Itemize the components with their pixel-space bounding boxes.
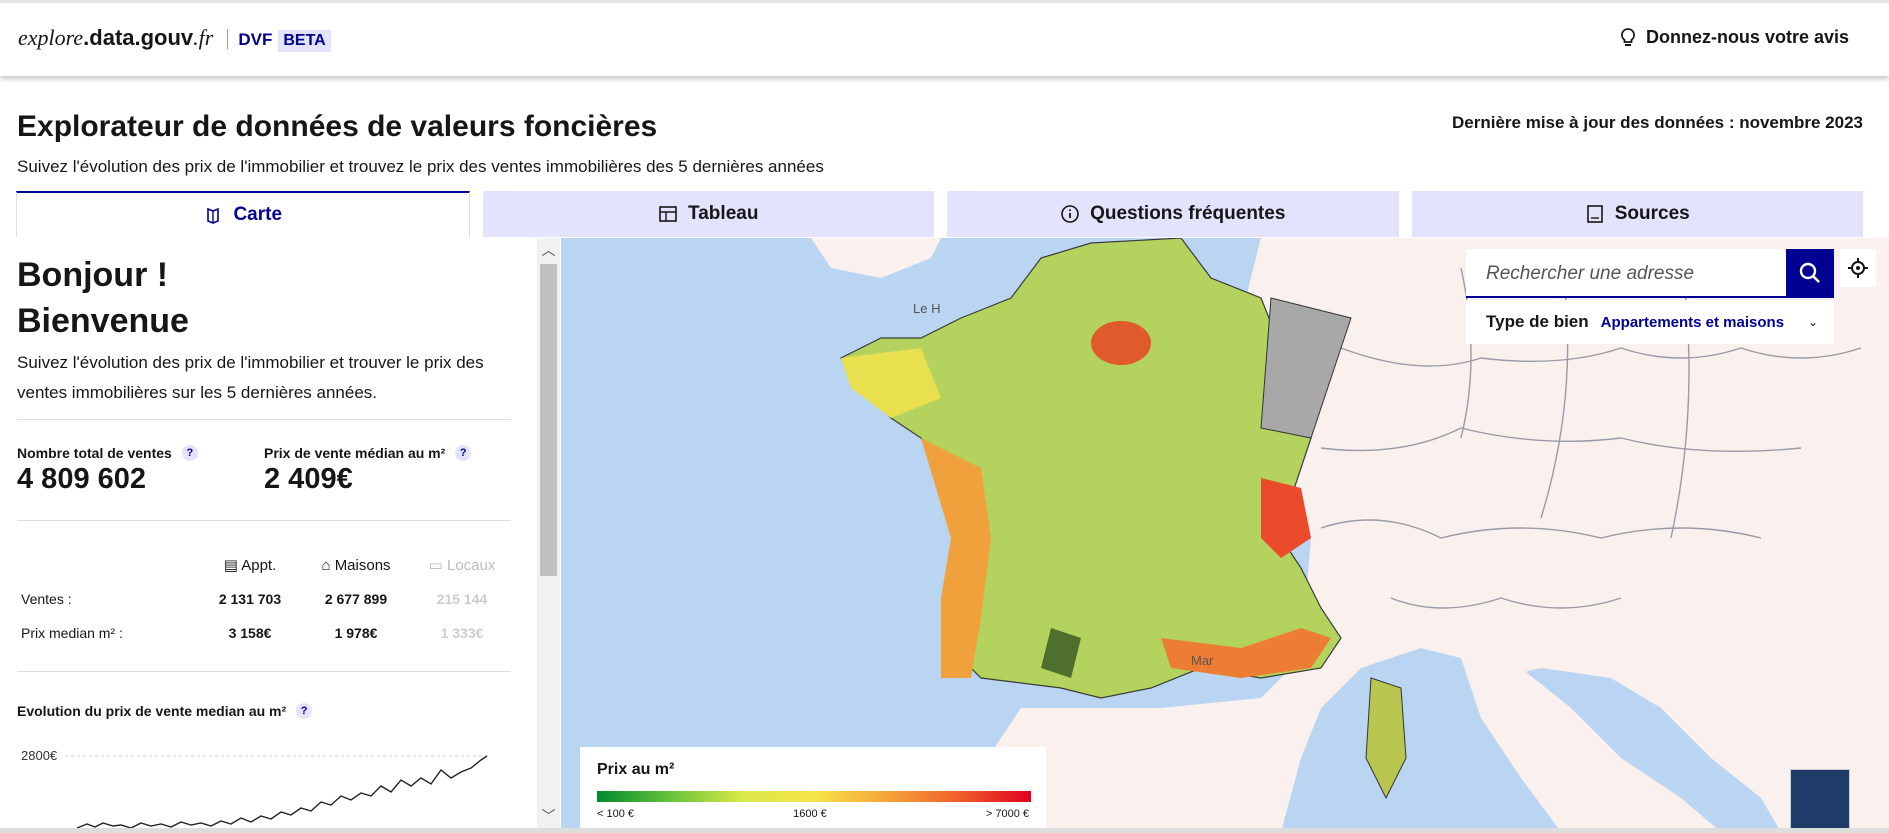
property-type-label: Type de bien	[1486, 312, 1589, 331]
info-panel: Bonjour ! Bienvenue Suivez l'évolution d…	[0, 238, 538, 828]
scroll-up-icon[interactable]: ︿	[537, 238, 560, 262]
house-icon: ⌂	[321, 556, 335, 574]
crosshair-icon	[1848, 258, 1868, 278]
update-note: Dernière mise à jour des données : novem…	[1452, 113, 1863, 132]
city-label: Le H	[913, 301, 940, 316]
page-title: Explorateur de données de valeurs fonciè…	[17, 110, 658, 143]
search-icon	[1799, 262, 1820, 283]
tab-tableau-label: Tableau	[688, 203, 759, 224]
paris-region[interactable]	[1091, 321, 1151, 365]
property-type-value: Appartements et maisons	[1600, 313, 1785, 331]
main-tabs: Carte Tableau Questions fréquentes Sourc…	[16, 191, 1863, 237]
legend-ticks: < 100 € 1600 € > 7000 €	[597, 808, 1029, 820]
property-type-select[interactable]: Type de bien Appartements et maisons ⌄	[1466, 300, 1834, 344]
feedback-link[interactable]: Donnez-nous votre avis	[1620, 27, 1849, 48]
evolution-title: Evolution du prix de vente median au m² …	[17, 703, 313, 719]
product-name: DVF	[238, 30, 273, 49]
divider	[17, 520, 511, 521]
book-icon	[1586, 205, 1603, 223]
median-price-value: 2 409€	[264, 463, 353, 495]
price-legend: Prix au m² < 100 € 1600 € > 7000 €	[580, 747, 1046, 830]
beta-badge: BETA	[278, 30, 331, 52]
search-button[interactable]	[1786, 249, 1834, 296]
divider	[17, 419, 511, 420]
scroll-thumb[interactable]	[540, 264, 557, 576]
total-sales-value: 4 809 602	[17, 463, 147, 495]
logo-datagouv: .data.gouv	[83, 25, 194, 50]
scroll-down-icon[interactable]: ﹀	[537, 804, 560, 828]
evolution-title-label: Evolution du prix de vente median au m²	[17, 703, 287, 719]
tab-tableau[interactable]: Tableau	[482, 191, 934, 237]
help-icon[interactable]: ?	[296, 703, 313, 719]
tab-faq[interactable]: Questions fréquentes	[947, 191, 1399, 237]
logo-explore: explore	[18, 25, 84, 50]
uk-land	[811, 238, 941, 278]
site-logo[interactable]: explore .data.gouv .fr DVF BETA	[18, 25, 331, 52]
geolocate-button[interactable]	[1840, 249, 1876, 287]
page-subtitle: Suivez l'évolution des prix de l'immobil…	[17, 157, 824, 176]
legend-min: < 100 €	[597, 808, 635, 820]
total-sales-label: Nombre total de ventes	[17, 445, 172, 461]
chevron-down-icon: ⌄	[1807, 315, 1818, 329]
total-sales-stat: Nombre total de ventes? 4 809 602	[17, 445, 198, 496]
greeting-line-2: Bienvenue	[17, 302, 189, 340]
panel-scrollbar[interactable]: ︿ ﹀	[537, 238, 560, 828]
median-price-label: Prix de vente médian au m²	[264, 445, 446, 461]
stats-table: ▤ Appt. ⌂ Maisons ▭ Locaux Ventes : 2 13…	[17, 548, 515, 650]
map-icon	[207, 207, 220, 224]
greeting-line-1: Bonjour !	[17, 256, 169, 294]
divider	[17, 671, 511, 672]
building-icon: ▤	[223, 557, 242, 574]
price-evolution-chart: 2800€	[21, 748, 488, 828]
address-search: Rechercher une adresse	[1466, 249, 1834, 298]
col-maisons: ⌂ Maisons	[321, 556, 391, 574]
tab-carte-label: Carte	[233, 204, 283, 225]
col-locaux: ▭ Locaux	[428, 557, 496, 574]
col-appt: ▤ Appt.	[223, 557, 277, 574]
help-icon[interactable]: ?	[455, 445, 472, 461]
feedback-label: Donnez-nous votre avis	[1645, 27, 1849, 47]
top-header: explore .data.gouv .fr DVF BETA Donnez-nou…	[0, 0, 1889, 76]
search-input[interactable]: Rechercher une adresse	[1466, 249, 1786, 296]
tab-sources[interactable]: Sources	[1411, 191, 1863, 237]
satellite-layer-toggle[interactable]	[1790, 769, 1850, 829]
median-price-stat: Prix de vente médian au m²? 2 409€	[264, 445, 472, 496]
legend-max: > 7000 €	[985, 808, 1029, 820]
table-row: Ventes : 2 131 703 2 677 899 215 144	[21, 591, 488, 607]
price-line	[76, 755, 488, 828]
tab-sources-label: Sources	[1614, 203, 1690, 224]
table-row: Prix median m² : 3 158€ 1 978€ 1 333€	[21, 625, 484, 641]
lightbulb-icon	[1621, 27, 1635, 46]
table-icon	[659, 206, 677, 222]
tab-faq-label: Questions fréquentes	[1090, 203, 1286, 224]
intro-text: Suivez l'évolution des prix de l'immobil…	[17, 353, 484, 402]
help-icon[interactable]: ?	[181, 445, 198, 461]
window-bottom-edge	[0, 828, 1889, 833]
logo-separator	[227, 28, 229, 49]
chart-axis-label: 2800€	[21, 748, 58, 763]
tab-carte[interactable]: Carte	[16, 191, 470, 237]
corsica[interactable]	[1365, 677, 1407, 800]
city-label: Mar	[1191, 653, 1214, 668]
logo-fr: .fr	[193, 25, 214, 50]
greeting: Bonjour ! Bienvenue	[17, 252, 189, 344]
shop-icon: ▭	[428, 557, 447, 574]
legend-mid: 1600 €	[793, 808, 827, 820]
info-icon	[1061, 205, 1079, 223]
legend-gradient	[597, 791, 1031, 802]
legend-title: Prix au m²	[597, 761, 675, 778]
